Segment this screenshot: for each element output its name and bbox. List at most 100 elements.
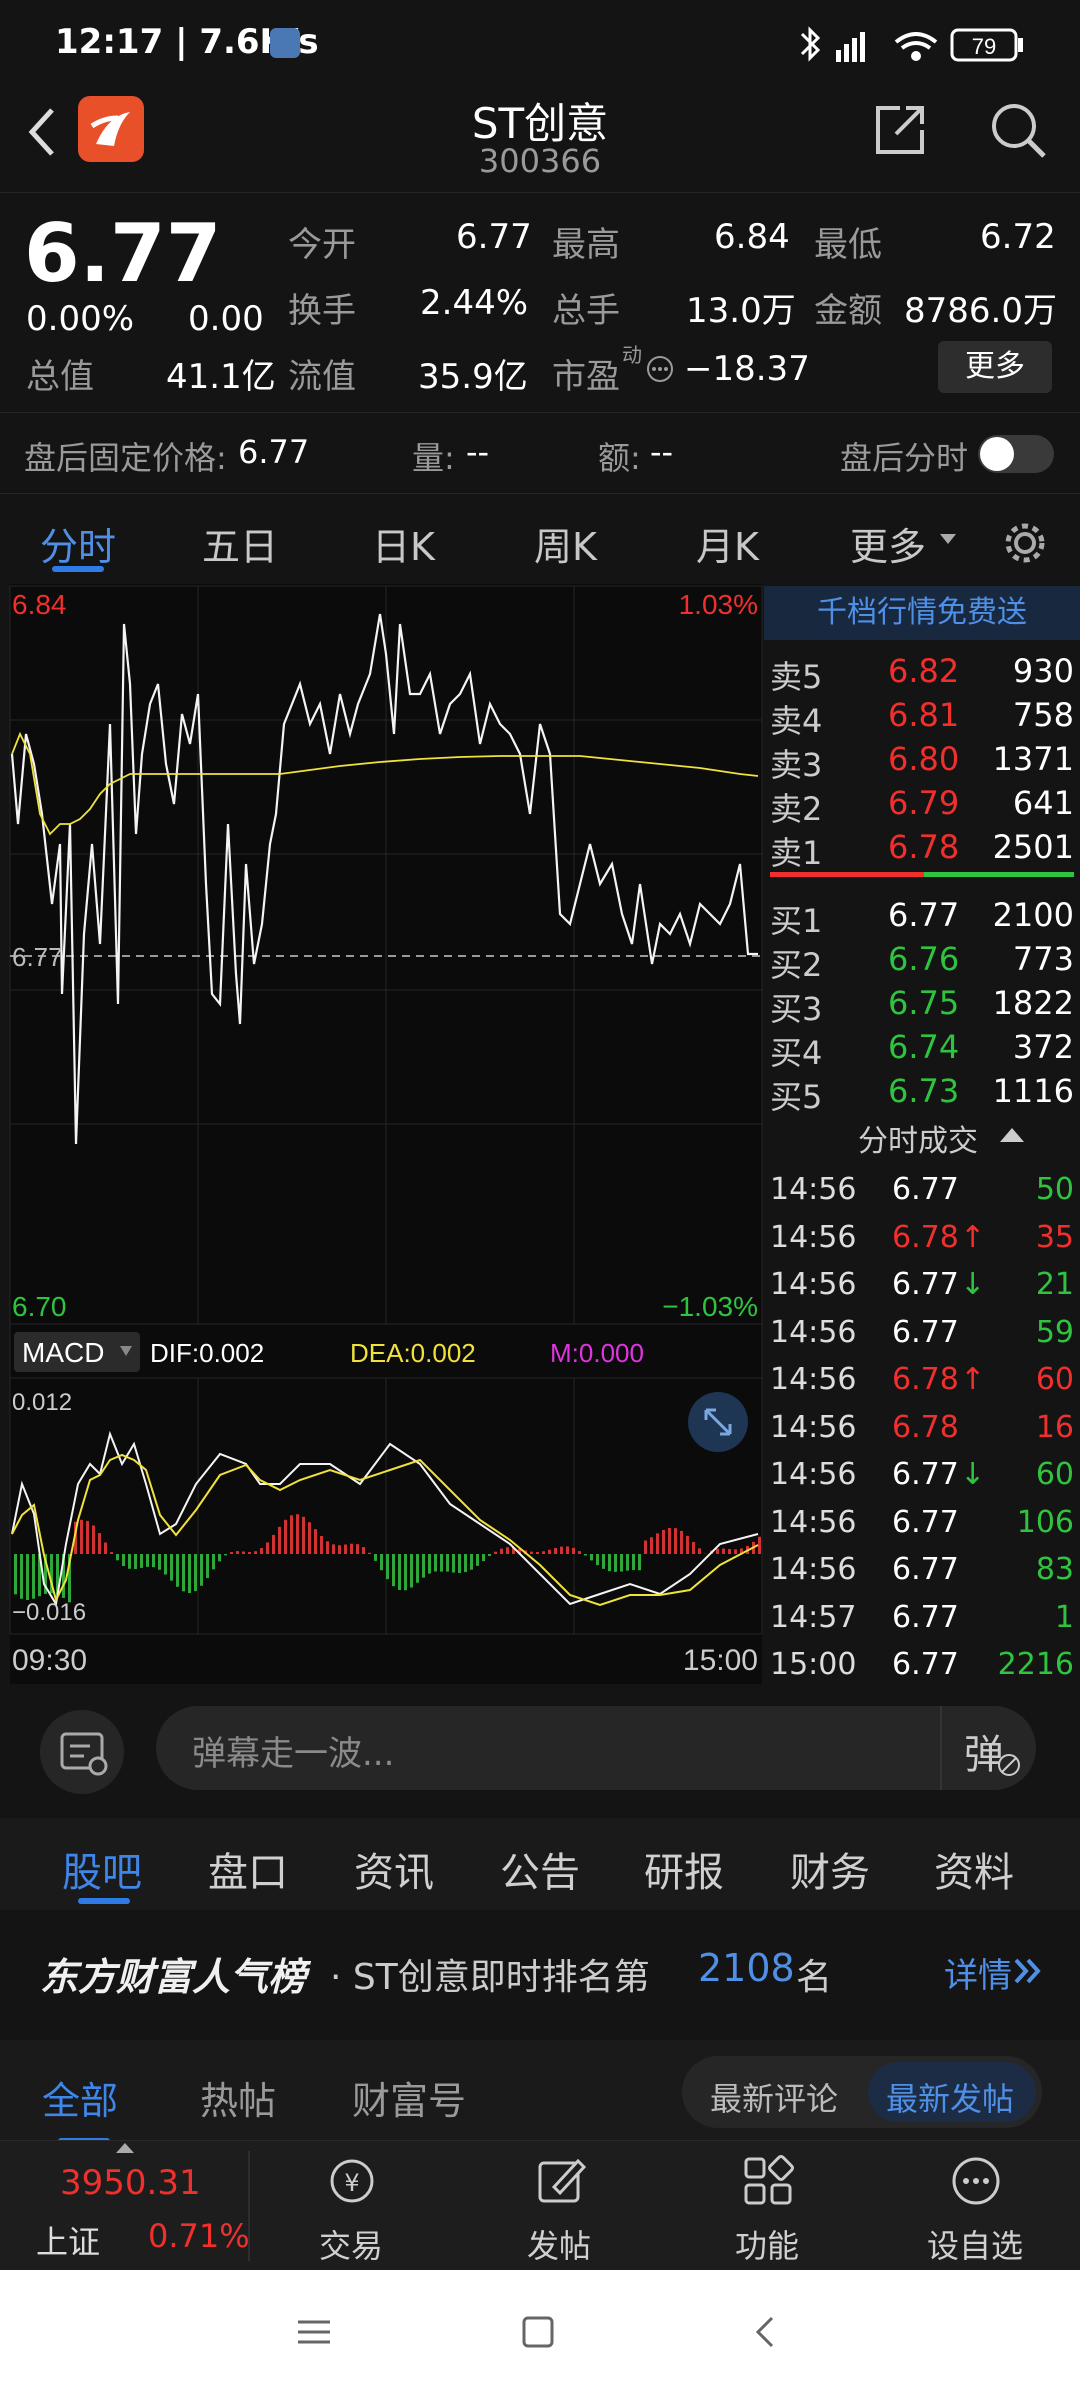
bid-volume: 1822 (992, 984, 1074, 1022)
trade-volume: 83 (1035, 1552, 1074, 1587)
tab-profile[interactable]: 资料 (934, 1840, 1014, 1898)
tab-news[interactable]: 资讯 (354, 1840, 434, 1898)
tab-finance[interactable]: 财务 (790, 1840, 870, 1898)
low-value: 6.72 (980, 217, 1056, 257)
ask-row: 卖3 6.80 1371 (764, 736, 1080, 784)
trade-time: 14:56 (770, 1552, 857, 1587)
float-mv-value: 35.9亿 (418, 357, 528, 397)
macd-bar-negative (632, 1554, 635, 1571)
ask-price: 6.82 (888, 652, 960, 690)
pe-info-icon[interactable] (644, 353, 676, 385)
nav-add-watchlist[interactable]: 设自选 (900, 2141, 1050, 2271)
wifi-icon (894, 32, 938, 61)
ranking-number: 2108 (698, 1946, 795, 1990)
filter-wealth[interactable]: 财富号 (352, 2070, 466, 2125)
trade-volume: 16 (1035, 1409, 1074, 1445)
pe-label: 市盈 (552, 357, 620, 397)
macd-bar-positive (572, 1547, 575, 1554)
ah-amount-value: -- (650, 433, 674, 471)
danmu-input[interactable]: 弹幕走一波... 弹 (156, 1706, 1036, 1790)
ask-price: 6.80 (888, 740, 960, 778)
time-end: 15:00 (683, 1644, 758, 1677)
macd-bar-positive (314, 1529, 317, 1554)
macd-bar-negative (176, 1554, 179, 1587)
bid-volume: 773 (1012, 940, 1074, 978)
chart-mid-price: 6.77 (12, 942, 63, 972)
bid-row: 买2 6.76 773 (764, 936, 1080, 984)
trade-volume: 35 (1035, 1219, 1074, 1255)
macd-bar-positive (734, 1549, 737, 1554)
macd-bar-negative (386, 1554, 389, 1580)
macd-bar-positive (266, 1542, 269, 1554)
bid-price: 6.74 (888, 1028, 960, 1066)
index-ticker[interactable]: 3950.31 上证 0.71% (0, 2141, 250, 2271)
tab-intraday[interactable]: 分时 (40, 516, 116, 571)
macd-bar-negative (134, 1554, 137, 1570)
tab-five-day[interactable]: 五日 (202, 516, 278, 571)
nav-trade[interactable]: ¥ 交易 (276, 2141, 426, 2271)
nav-post[interactable]: 发帖 (484, 2141, 634, 2271)
tab-guba[interactable]: 股吧 (62, 1840, 142, 1898)
popularity-ranking[interactable]: 东方财富人气榜 · ST创意即时排名第 2108 名 详情 (0, 1910, 1080, 2040)
nav-functions[interactable]: 功能 (692, 2141, 842, 2271)
sort-latest-post[interactable]: 最新发帖 (886, 2074, 1014, 2120)
macd-bar-positive (656, 1533, 659, 1554)
macd-bar-negative (470, 1554, 473, 1570)
tab-daily-k[interactable]: 日K (372, 516, 435, 571)
ranking-detail-link[interactable]: 详情 (944, 1948, 1012, 1997)
trade-price: 6.77 (892, 1457, 959, 1492)
compose-icon (538, 2158, 587, 2203)
trade-price: 6.78 (892, 1219, 959, 1255)
trade-row: 14:56 6.78 ↑ 60 (764, 1358, 1080, 1405)
macd-bar-negative (158, 1554, 161, 1570)
more-quote-button[interactable]: 更多 (938, 341, 1052, 393)
macd-bar-negative (200, 1554, 203, 1586)
status-bar: 12:17 | 7.6K/s 79 (0, 0, 1080, 90)
trade-time: 14:56 (770, 1362, 857, 1397)
sort-latest-comment[interactable]: 最新评论 (710, 2074, 838, 2120)
menu-icon[interactable] (296, 2314, 332, 2350)
ask-price: 6.79 (888, 784, 960, 822)
search-icon[interactable] (986, 98, 1050, 162)
trade-arrow: ↓ (960, 1457, 986, 1492)
tab-pankou[interactable]: 盘口 (208, 1840, 288, 1898)
macd-bar-negative (440, 1554, 443, 1572)
macd-bar-negative (194, 1554, 197, 1592)
tab-announcements[interactable]: 公告 (500, 1840, 580, 1898)
filter-hot[interactable]: 热帖 (200, 2070, 276, 2125)
tab-research[interactable]: 研报 (644, 1840, 724, 1898)
index-name: 上证 (36, 2223, 101, 2261)
macd-bar-negative (188, 1554, 191, 1593)
tab-more[interactable]: 更多 (850, 516, 926, 571)
chart-tabs: 分时 五日 日K 周K 月K 更多 (0, 494, 1080, 584)
filter-all[interactable]: 全部 (42, 2070, 118, 2125)
trade-price: 6.77 (892, 1314, 959, 1350)
macd-bar-negative (482, 1554, 485, 1562)
ask-bar (770, 872, 924, 877)
system-nav-bar (0, 2270, 1080, 2400)
home-icon[interactable] (520, 2314, 556, 2350)
trade-volume: 106 (1016, 1504, 1074, 1540)
macd-bar-negative (206, 1554, 209, 1578)
ask-volume: 641 (1012, 784, 1074, 822)
macd-bar-positive (296, 1514, 299, 1554)
ah-intraday-toggle[interactable] (978, 435, 1054, 473)
chevron-up-icon[interactable] (1000, 1126, 1024, 1144)
tab-weekly-k[interactable]: 周K (534, 516, 597, 571)
ah-volume-label: 量: (412, 439, 455, 477)
low-label: 最低 (814, 225, 882, 265)
macd-bar-negative (14, 1554, 17, 1595)
trade-volume: 60 (1035, 1362, 1074, 1397)
share-icon[interactable] (870, 100, 930, 160)
tab-monthly-k[interactable]: 月K (696, 516, 759, 571)
trade-time: 14:56 (770, 1267, 857, 1302)
chevron-up-icon (116, 2143, 134, 2153)
back-nav-icon[interactable] (748, 2314, 784, 2350)
danmu-settings-icon[interactable] (40, 1710, 124, 1794)
high-value: 6.84 (714, 217, 790, 257)
bid-row: 买1 6.77 2100 (764, 892, 1080, 940)
trade-price: 6.77 (892, 1172, 959, 1207)
trade-arrow: ↑ (960, 1219, 986, 1255)
gear-icon[interactable] (1000, 518, 1050, 568)
promo-banner[interactable]: 千档行情免费送 (764, 586, 1080, 640)
